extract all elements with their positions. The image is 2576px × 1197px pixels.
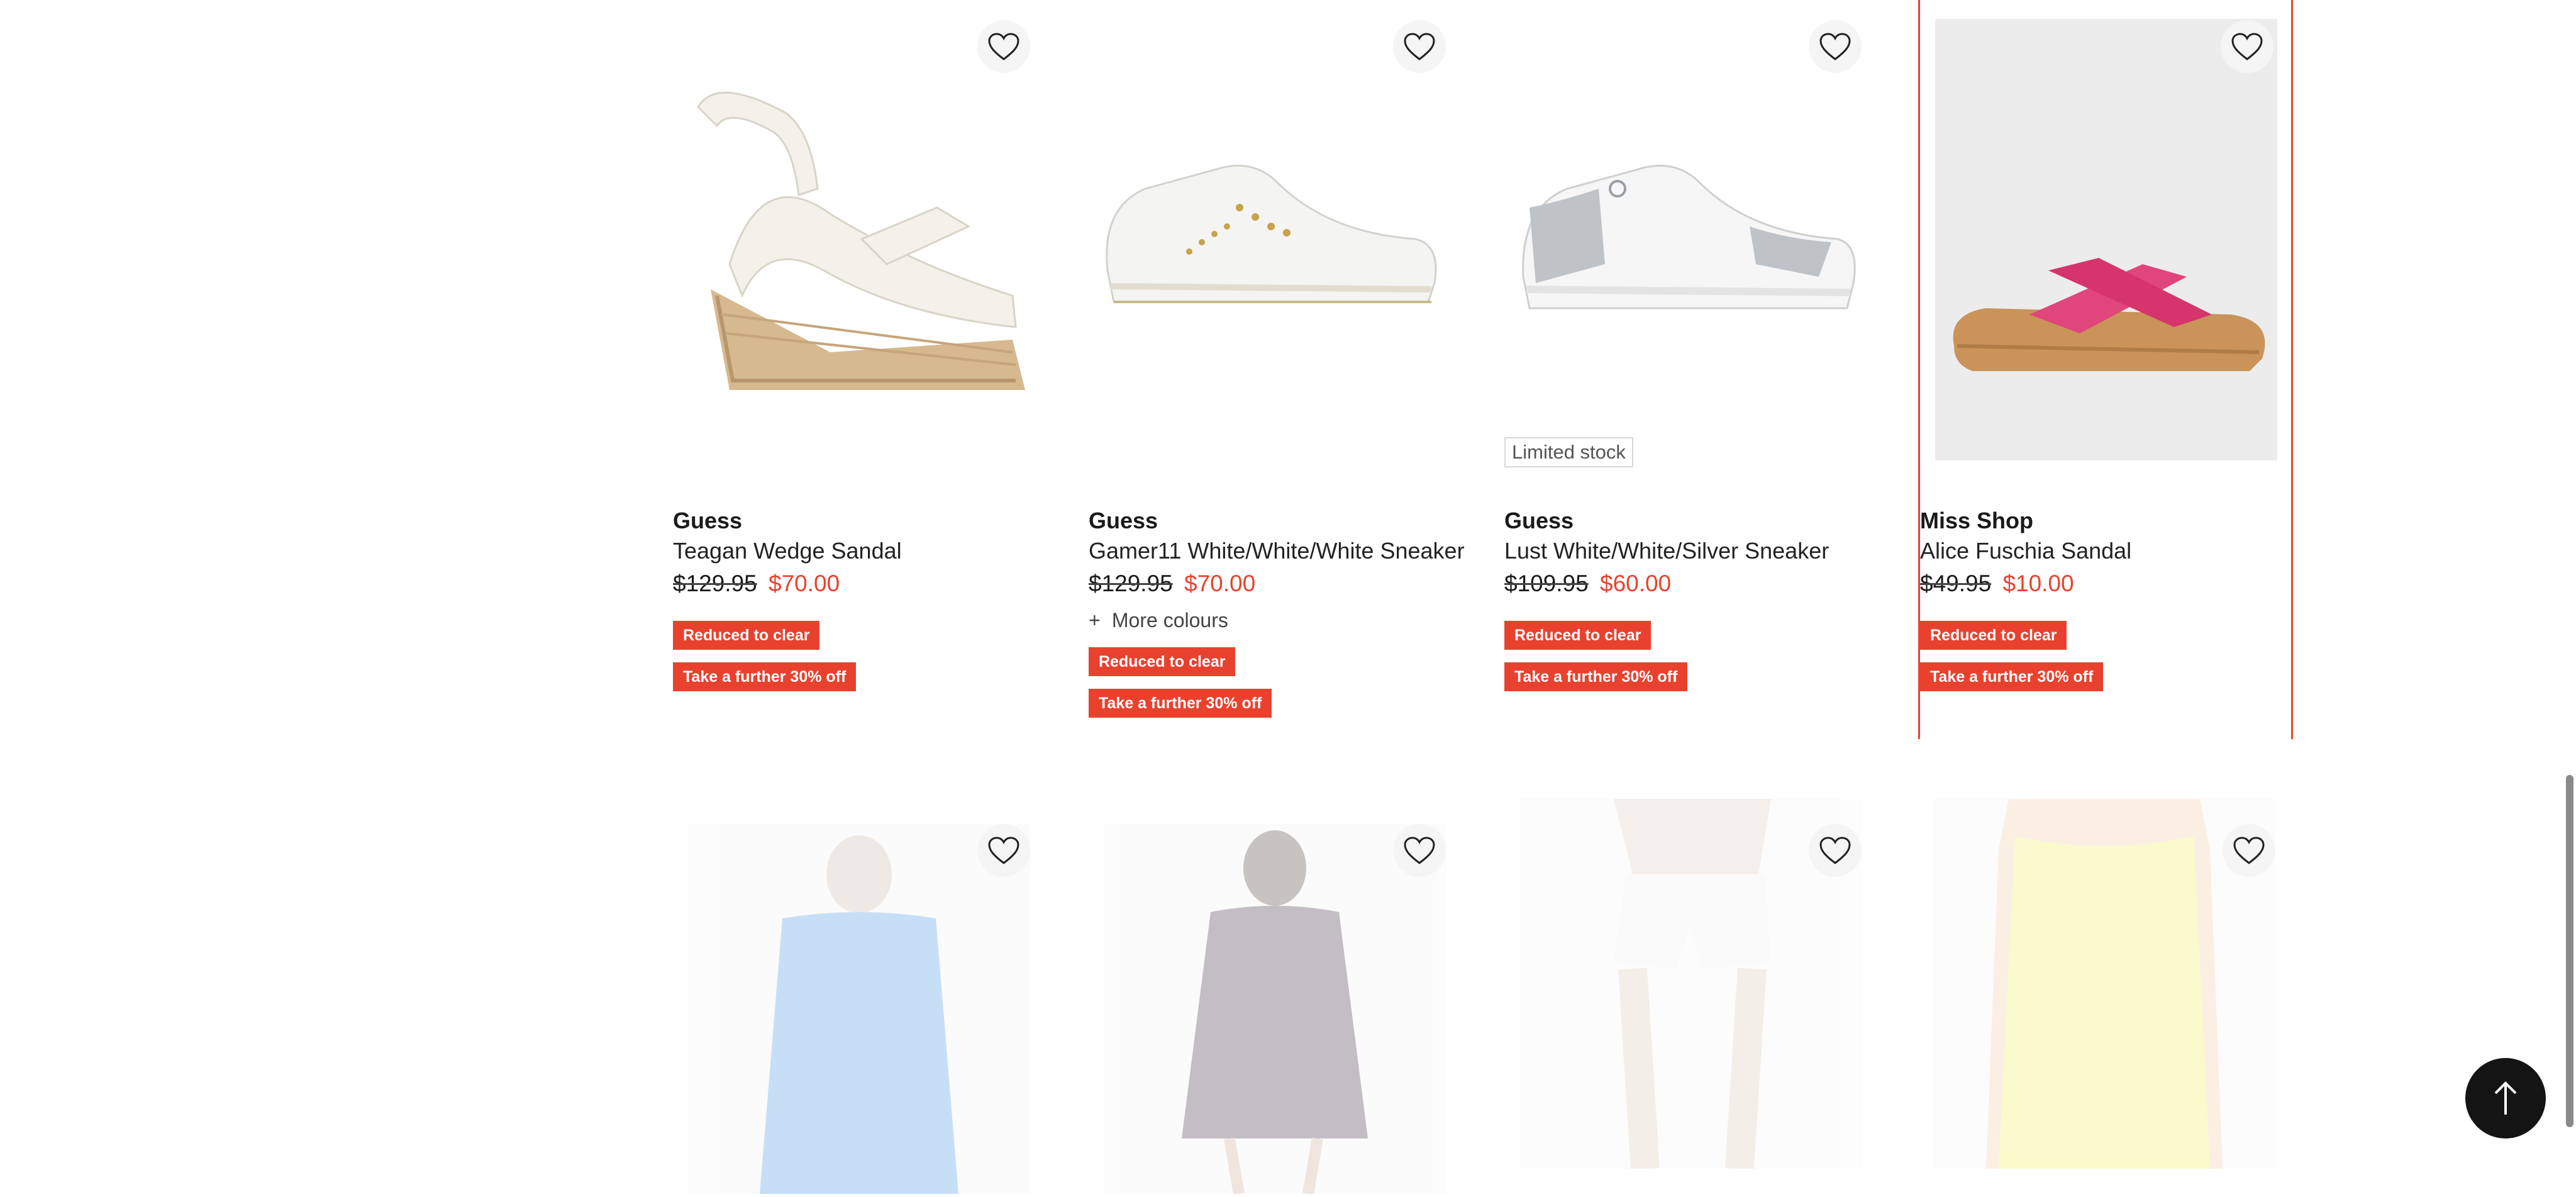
fuschia-slide-sandal-image <box>1953 258 2265 371</box>
product-info: Guess Teagan Wedge Sandal $129.95 $70.00… <box>673 506 1048 691</box>
blue-tank-top-image <box>760 835 958 1194</box>
further-off-badge: Take a further 30% off <box>1920 662 2104 691</box>
wishlist-button[interactable] <box>1393 20 1446 73</box>
sneaker-image <box>1106 164 1437 303</box>
was-price: $109.95 <box>1504 571 1589 596</box>
product-prices: $129.95 $70.00 <box>673 567 1048 601</box>
heart-icon <box>2231 33 2263 60</box>
promo-tags: Reduced to clear Take a further 30% off <box>673 611 1048 691</box>
product-name[interactable]: Teagan Wedge Sandal <box>673 535 1048 567</box>
product-info: Miss Shop Alice Fuschia Sandal $49.95 $1… <box>1920 506 2295 691</box>
promo-tags: Reduced to clear Take a further 30% off <box>1089 637 1463 718</box>
heart-icon <box>988 33 1019 60</box>
more-colours-label: More colours <box>1111 609 1228 632</box>
reduced-badge: Reduced to clear <box>673 621 820 650</box>
product-prices: $49.95 $10.00 <box>1920 567 2295 601</box>
heart-icon <box>1404 837 1435 864</box>
product-grid: Guess Teagan Wedge Sandal $129.95 $70.00… <box>673 0 2303 1195</box>
wishlist-button[interactable] <box>1393 824 1446 877</box>
was-price: $129.95 <box>1089 571 1173 596</box>
wishlist-button[interactable] <box>1809 824 1862 877</box>
product-brand[interactable]: Miss Shop <box>1920 506 2295 535</box>
wedge-sandal-image <box>697 91 1025 390</box>
reduced-badge: Reduced to clear <box>1089 647 1236 676</box>
heart-icon <box>2233 837 2265 864</box>
wishlist-button[interactable] <box>2221 20 2273 73</box>
plus-icon: + <box>1089 609 1101 632</box>
arrow-up-icon <box>2494 1081 2517 1115</box>
heart-icon <box>1404 33 1435 60</box>
back-to-top-button[interactable] <box>2465 1058 2546 1139</box>
product-brand[interactable]: Guess <box>673 506 1048 535</box>
product-info: Guess Lust White/White/Silver Sneaker $1… <box>1504 506 1879 691</box>
product-name[interactable]: Lust White/White/Silver Sneaker <box>1504 535 1879 567</box>
product-image[interactable] <box>1089 0 1447 453</box>
product-brand[interactable]: Guess <box>1089 506 1463 535</box>
product-image[interactable] <box>688 824 1030 1194</box>
now-price: $70.00 <box>1184 571 1256 596</box>
product-card[interactable]: Miss Shop Alice Fuschia Sandal $49.95 $1… <box>1918 0 2293 739</box>
product-info: Guess Gamer11 White/White/White Sneaker … <box>1089 506 1465 718</box>
product-name[interactable]: Gamer11 White/White/White Sneaker <box>1089 535 1465 567</box>
now-price: $60.00 <box>1600 571 1672 596</box>
heart-icon <box>1819 33 1851 60</box>
promo-tags: Reduced to clear Take a further 30% off <box>1920 611 2295 691</box>
wishlist-button[interactable] <box>977 20 1030 73</box>
product-image[interactable] <box>1104 824 1446 1195</box>
product-image[interactable] <box>1935 19 2277 460</box>
reduced-badge: Reduced to clear <box>1504 621 1652 650</box>
product-image[interactable] <box>1504 0 1863 453</box>
reduced-badge: Reduced to clear <box>1920 621 2067 650</box>
was-price: $129.95 <box>673 571 757 596</box>
heart-icon <box>1819 837 1851 864</box>
product-name[interactable]: Alice Fuschia Sandal <box>1920 535 2295 567</box>
scrollbar-track[interactable] <box>2563 0 2576 1169</box>
was-price: $49.95 <box>1920 571 1992 596</box>
silver-sneaker-image <box>1522 164 1856 309</box>
heart-icon <box>988 837 1019 864</box>
wishlist-button[interactable] <box>977 824 1030 877</box>
further-off-badge: Take a further 30% off <box>673 662 857 691</box>
promo-tags: Reduced to clear Take a further 30% off <box>1504 611 1879 691</box>
wishlist-button[interactable] <box>2223 824 2275 877</box>
limited-stock-badge: Limited stock <box>1504 437 1633 467</box>
now-price: $10.00 <box>2002 571 2074 596</box>
more-colours-link[interactable]: + More colours <box>1089 606 1463 635</box>
wishlist-button[interactable] <box>1809 20 1862 73</box>
product-image[interactable] <box>673 0 1031 453</box>
now-price: $70.00 <box>769 571 840 596</box>
product-prices: $129.95 $70.00 <box>1089 567 1463 601</box>
scrollbar-thumb[interactable] <box>2566 775 2573 1127</box>
further-off-badge: Take a further 30% off <box>1089 689 1272 718</box>
further-off-badge: Take a further 30% off <box>1504 662 1688 691</box>
product-prices: $109.95 $60.00 <box>1504 567 1879 601</box>
product-brand[interactable]: Guess <box>1504 506 1879 535</box>
floral-dress-image <box>1182 830 1368 1195</box>
